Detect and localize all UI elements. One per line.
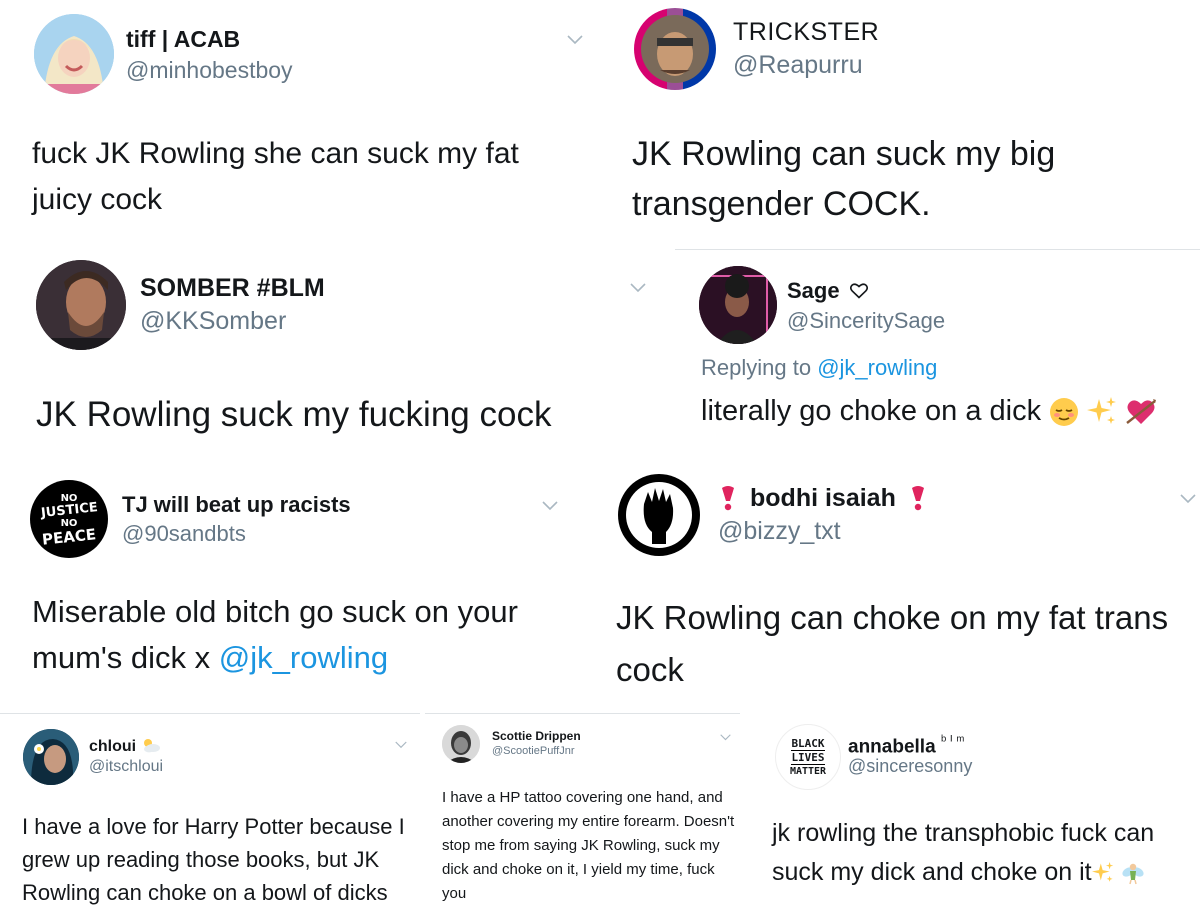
fairy-emoji (1121, 864, 1144, 885)
divider (425, 713, 740, 714)
display-name[interactable]: bodhi isaiah (718, 484, 928, 513)
tweet-card: Scottie Drippen @ScootiePuffJnr I have a… (428, 716, 740, 920)
display-name-text: bodhi isaiah (750, 484, 896, 512)
tweet-text: literally go choke on a dick (701, 392, 1196, 430)
tweet-card: bodhi isaiah @bizzy_txt JK Rowling can c… (600, 468, 1200, 708)
avatar[interactable]: NO JUSTICE NO PEACE (30, 480, 108, 558)
username[interactable]: @Reapurru (733, 51, 863, 80)
username[interactable]: @KKSomber (140, 307, 286, 336)
username[interactable]: @minhobestboy (126, 57, 293, 84)
avatar-text: LIVES (791, 750, 825, 765)
username[interactable]: @sinceresonny (848, 756, 972, 777)
tweet-text: JK Rowling can choke on my fat trans coc… (616, 599, 1169, 688)
avatar[interactable] (442, 725, 480, 763)
heart-outline-icon (849, 283, 868, 299)
display-name[interactable]: chloui (89, 737, 161, 756)
avatar[interactable] (23, 729, 79, 785)
display-name-suffix: ᵇ ᴵ ᵐ (940, 732, 965, 748)
tweet-text: JK Rowling suck my fucking cock (36, 395, 552, 434)
mention-link[interactable]: @jk_rowling (219, 640, 388, 675)
tweet-card: SOMBER #BLM @KKSomber JK Rowling suck my… (0, 250, 660, 462)
tweet-text: JK Rowling can suck my big transgender C… (632, 135, 1056, 223)
display-name[interactable]: Sage (787, 278, 868, 304)
display-name[interactable]: SOMBER #BLM (140, 274, 325, 303)
tweet-text: fuck JK Rowling she can suck my fat juic… (32, 137, 519, 216)
red-heavy-exclamation-emoji (908, 485, 928, 511)
display-name-text: chloui (89, 738, 137, 755)
sparkles-emoji (1092, 862, 1114, 884)
sparkles-emoji (1087, 397, 1117, 427)
sun-behind-cloud-emoji (143, 739, 160, 753)
divider (0, 713, 420, 714)
tweet-text: Miserable old bitch go suck on your mum'… (32, 589, 552, 681)
display-name-text: annabella (848, 736, 936, 758)
username[interactable]: @itschloui (89, 758, 163, 776)
tweet-card: Sage @SinceritySage Replying to @jk_rowl… (680, 252, 1200, 452)
reply-mention-link[interactable]: @jk_rowling (817, 355, 937, 380)
tweet-text: jk rowling the transphobic fuck can suck… (772, 814, 1192, 892)
username[interactable]: @ScootiePuffJnr (492, 745, 575, 757)
chevron-down-icon[interactable] (720, 734, 731, 741)
chevron-down-icon[interactable] (1180, 494, 1196, 504)
tweet-text-content: literally go choke on a dick (701, 395, 1042, 427)
chevron-down-icon[interactable] (567, 35, 583, 45)
reply-prefix: Replying to (701, 355, 812, 380)
avatar[interactable] (618, 474, 700, 556)
tweet-card: tiff | ACAB @minhobestboy fuck JK Rowlin… (0, 0, 596, 240)
relieved-face-emoji (1050, 398, 1079, 427)
chevron-down-icon[interactable] (395, 741, 407, 749)
chevron-down-icon[interactable] (542, 501, 558, 511)
tweet-card: TRICKSTER @Reapurru JK Rowling can suck … (600, 0, 1200, 240)
display-name[interactable]: Scottie Drippen (492, 729, 581, 743)
avatar[interactable] (634, 8, 716, 90)
display-name[interactable]: annabella ᵇ ᴵ ᵐ (848, 732, 964, 758)
avatar-text: PEACE (41, 525, 97, 549)
username[interactable]: @bizzy_txt (718, 517, 841, 546)
chevron-down-icon[interactable] (630, 283, 646, 293)
display-name[interactable]: tiff | ACAB (126, 26, 240, 53)
display-name[interactable]: TRICKSTER (733, 18, 879, 47)
avatar[interactable] (34, 14, 114, 94)
avatar-text: BLACK (791, 736, 825, 751)
username[interactable]: @SinceritySage (787, 308, 945, 334)
tweet-card: BLACK LIVES MATTER annabella ᵇ ᴵ ᵐ @sinc… (745, 716, 1200, 920)
avatar-text: JUSTICE (39, 500, 99, 521)
tweet-card: NO JUSTICE NO PEACE TJ will beat up raci… (0, 468, 590, 708)
divider (675, 249, 1200, 250)
red-heavy-exclamation-emoji (718, 485, 738, 511)
username[interactable]: @90sandbts (122, 521, 246, 547)
avatar[interactable] (699, 266, 777, 344)
avatar[interactable]: BLACK LIVES MATTER (775, 724, 841, 790)
display-name-text: Sage (787, 278, 840, 303)
avatar[interactable] (36, 260, 126, 350)
avatar-text: MATTER (789, 765, 827, 777)
display-name[interactable]: TJ will beat up racists (122, 492, 351, 518)
tweet-text: I have a HP tattoo covering one hand, an… (442, 789, 735, 902)
heart-with-arrow-emoji (1126, 399, 1157, 425)
tweet-text: I have a love for Harry Potter because I… (22, 814, 405, 905)
tweet-card: chloui @itschloui I have a love for Harr… (0, 716, 422, 920)
reply-context: Replying to @jk_rowling (701, 355, 937, 381)
